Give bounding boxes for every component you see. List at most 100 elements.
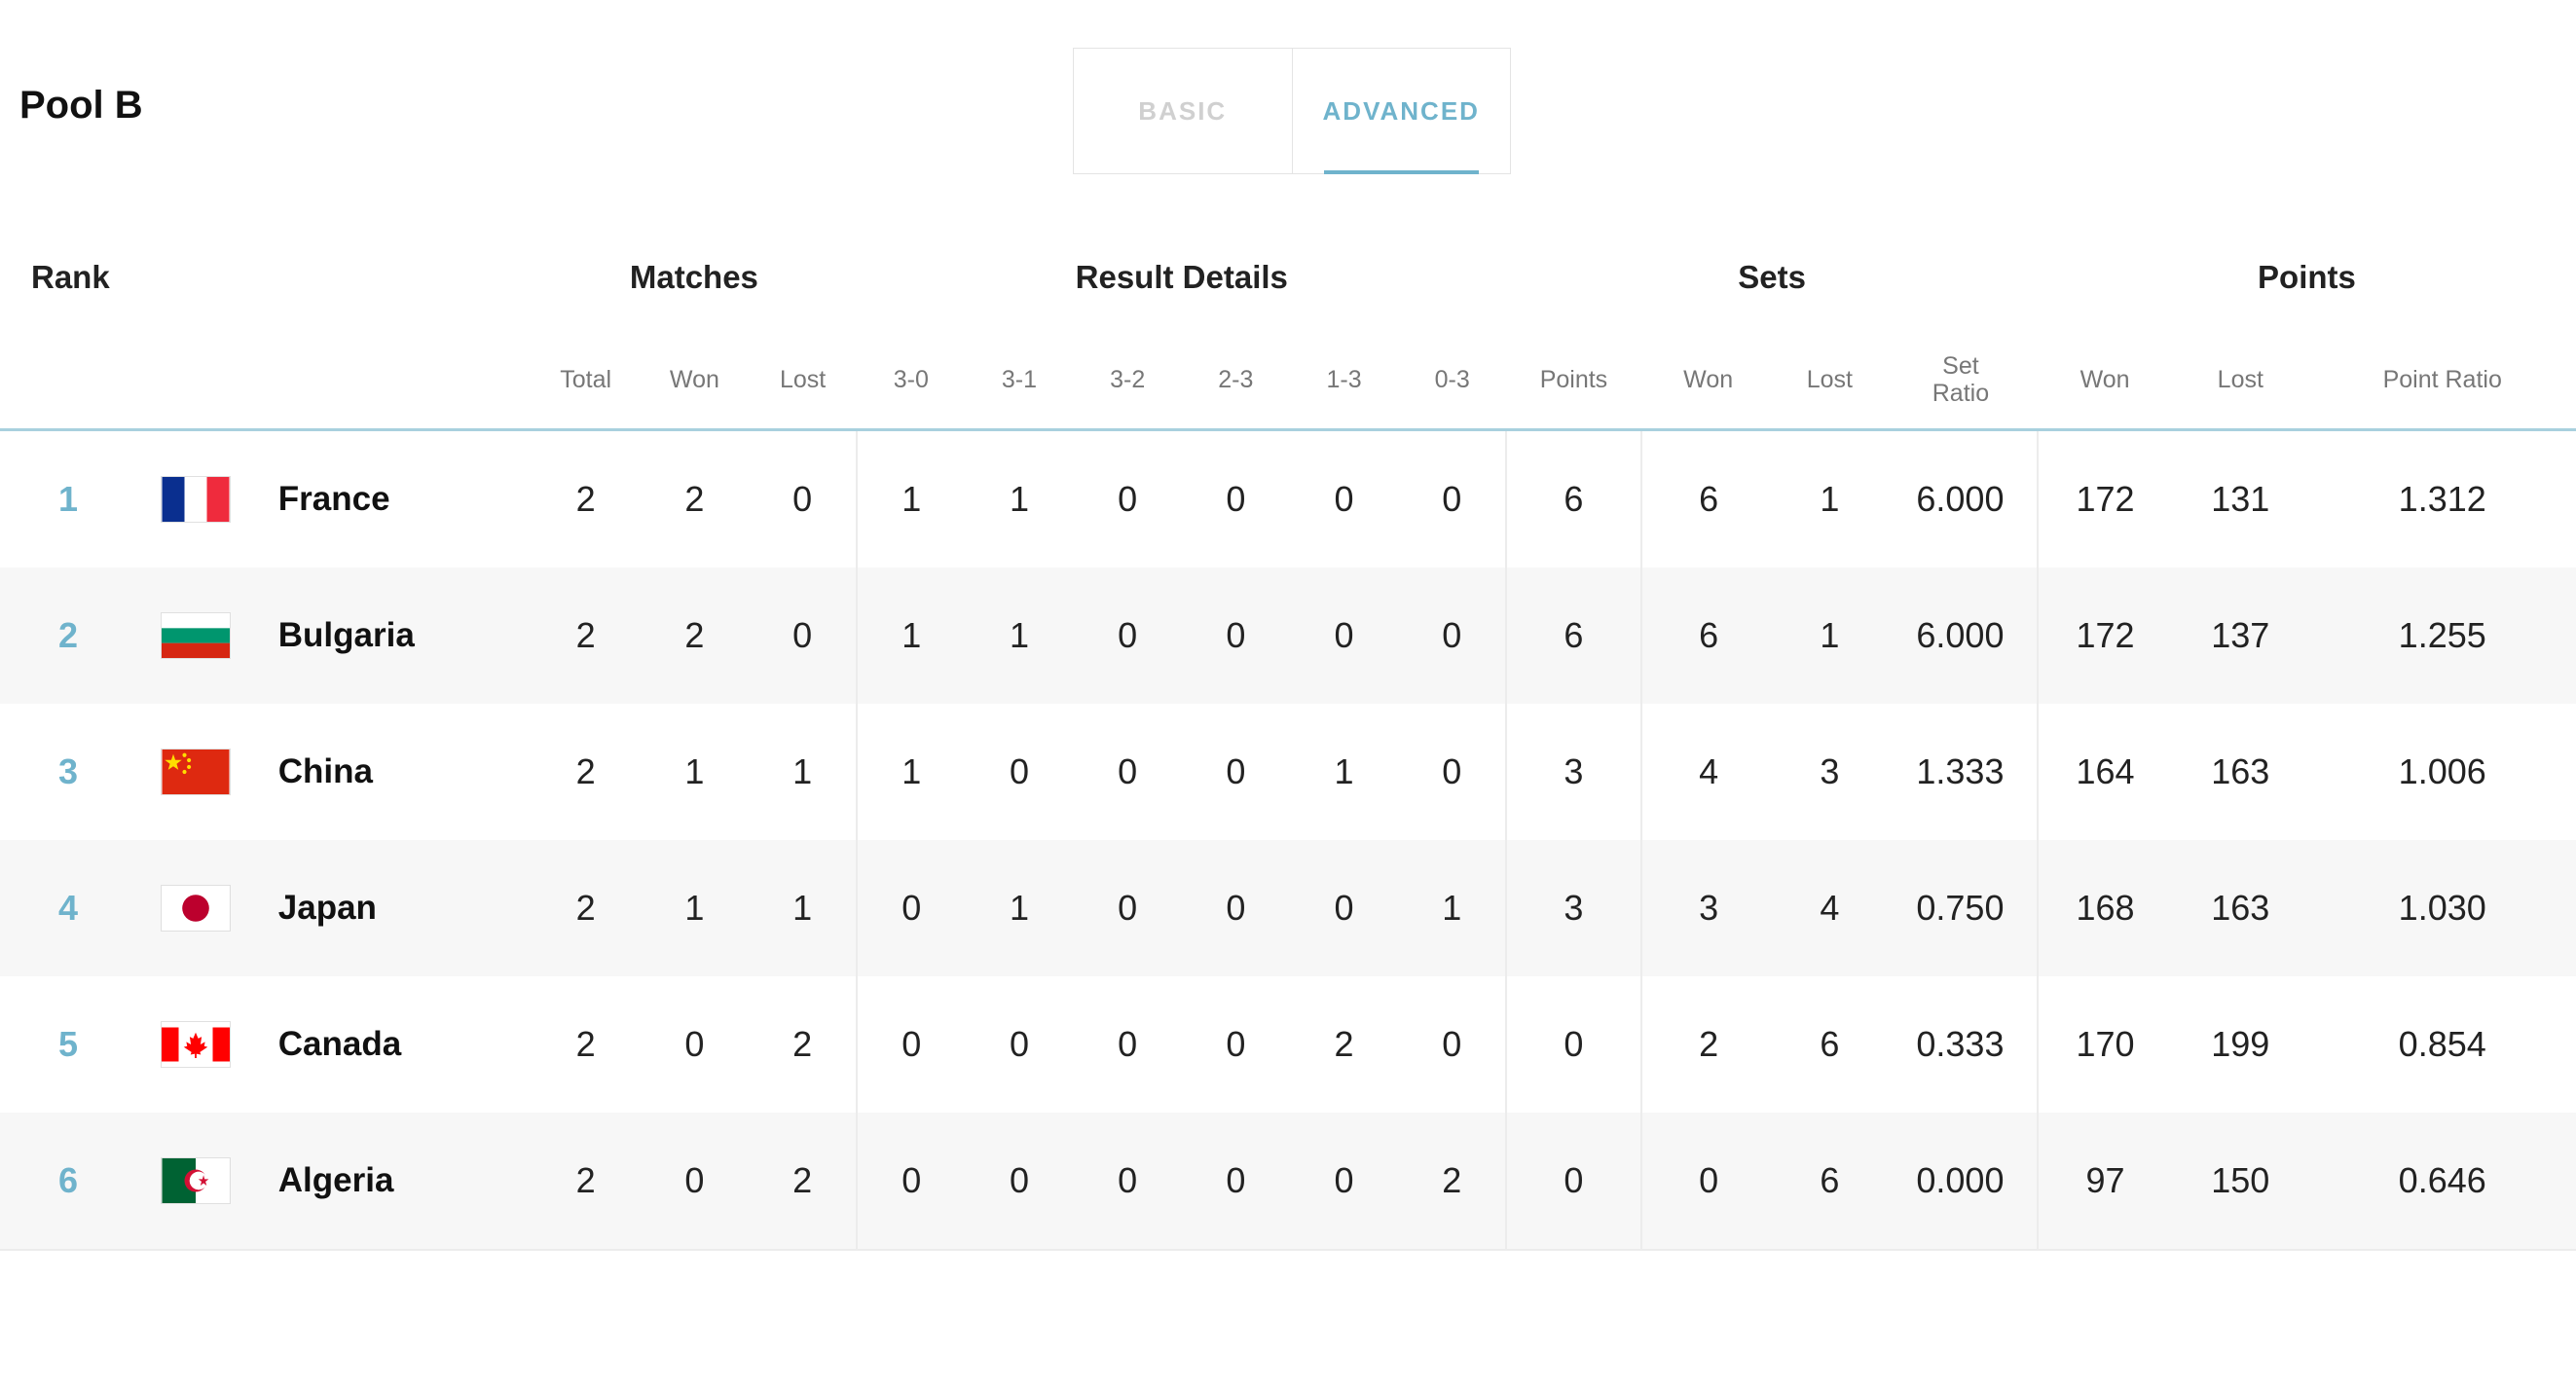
group-matches: Matches [629,259,758,295]
col-set-ratio: Set Ratio [1883,331,2038,431]
col-won: Won [640,331,749,431]
rank-number: 3 [58,751,79,791]
col-3-1: 3-1 [965,331,1074,431]
point-ratio: 1.312 [2398,479,2486,519]
result-3-0: 0 [856,840,966,976]
result-2-3: 0 [1181,840,1290,976]
japan-flag-icon [162,886,230,932]
result-points: 6 [1505,567,1641,704]
point-ratio: 1.255 [2308,567,2576,704]
bulgaria-flag-icon [162,613,231,659]
result-3-1: 1 [965,567,1074,704]
matches-lost: 1 [792,751,813,791]
algeria-flag-icon [162,1158,230,1204]
result-3-0: 1 [856,704,966,840]
flag-cell [162,840,278,976]
set-ratio: 6.000 [1883,567,2038,704]
result-1-3: 1 [1334,751,1354,791]
page-title: Pool B [19,84,143,127]
team-name[interactable]: Algeria [277,1113,532,1251]
result-3-2: 0 [1073,840,1182,976]
team-name[interactable]: Canada [278,976,532,1113]
points-lost: 150 [2172,1113,2309,1251]
result-3-2: 0 [1118,1024,1138,1064]
result-3-2: 0 [1073,1113,1182,1251]
col-point-ratio: Point Ratio [2308,331,2576,431]
sets-lost: 3 [1820,751,1840,791]
group-header-row: Rank Matches Result Details Sets Points [0,224,2576,331]
col-0-3: 0-3 [1398,331,1507,431]
matches-total: 2 [575,479,596,519]
matches-total: 2 [575,1024,596,1064]
sets-lost: 1 [1820,479,1840,519]
table-row[interactable]: 4 Japan 2 1 1 0 1 0 0 0 1 3 3 4 0.750 16… [0,840,2576,976]
table-row[interactable]: 2 Bulgaria 2 2 0 1 1 0 0 0 0 6 6 1 6.000… [0,567,2576,704]
col-points-lost: Lost [2172,331,2309,431]
rank-number: 5 [58,1024,79,1064]
point-ratio: 0.646 [2308,1113,2576,1251]
result-points: 0 [1505,976,1641,1113]
result-2-3: 0 [1181,567,1290,704]
table-row[interactable]: 3 China 2 1 1 1 0 0 0 1 0 3 4 3 1.333 16… [0,704,2576,840]
result-3-2: 0 [1073,567,1182,704]
points-won: 170 [2036,976,2173,1113]
matches-won: 2 [640,567,749,704]
matches-won: 1 [684,751,705,791]
matches-lost: 0 [749,567,858,704]
matches-lost: 2 [749,1113,858,1251]
sets-won: 4 [1639,704,1776,840]
result-2-3: 0 [1226,1024,1246,1064]
team-name[interactable]: China [278,704,532,840]
result-3-2: 0 [1118,751,1138,791]
result-2-3: 0 [1181,1113,1290,1251]
points-won: 172 [2036,567,2173,704]
matches-lost: 2 [792,1024,813,1064]
set-ratio: 1.333 [1916,751,2005,791]
result-points: 3 [1505,704,1641,840]
team-name[interactable]: Bulgaria [277,567,532,704]
matches-total: 2 [531,840,641,976]
result-3-1: 0 [965,1113,1074,1251]
sets-lost: 4 [1775,840,1884,976]
col-3-2: 3-2 [1073,331,1182,431]
result-0-3: 0 [1442,1024,1462,1064]
result-points: 3 [1505,840,1641,976]
flag-cell [162,567,278,704]
set-ratio: 0.333 [1916,1024,2005,1064]
table-row[interactable]: 1 France 2 2 0 1 1 0 0 0 0 6 6 1 6.000 1… [0,429,2576,568]
result-3-2: 0 [1118,479,1138,519]
result-3-1: 1 [1009,479,1029,519]
result-points: 0 [1505,1113,1641,1251]
points-lost: 131 [2211,479,2270,519]
matches-won: 0 [684,1024,705,1064]
team-name[interactable]: France [278,430,532,568]
rank-number: 4 [0,840,163,976]
sets-lost: 6 [1820,1024,1840,1064]
matches-total: 2 [531,1113,641,1251]
result-3-0: 0 [856,1113,966,1251]
points-lost: 137 [2172,567,2309,704]
col-lost: Lost [749,331,858,431]
col-total: Total [531,331,641,431]
table-row[interactable]: 5 Canada 2 0 2 0 0 0 0 2 0 0 2 6 0.333 1… [0,976,2576,1113]
point-ratio: 1.030 [2308,840,2576,976]
matches-won: 2 [684,479,705,519]
tab-advanced[interactable]: ADVANCED [1293,49,1511,174]
col-sets-won: Won [1640,331,1776,431]
col-3-0: 3-0 [857,331,966,431]
flag-cell [162,430,278,568]
rank-team-header-spacer [0,331,532,431]
table-row[interactable]: 6 Algeria 2 0 2 0 0 0 0 0 2 0 0 6 0.000 … [0,1113,2576,1251]
result-3-0: 0 [856,976,966,1113]
standings-table: Rank Matches Result Details Sets Points … [0,224,2576,1251]
group-rank: Rank [31,259,110,295]
flag-cell [162,1113,278,1251]
points-won: 164 [2036,704,2173,840]
matches-lost: 0 [792,479,813,519]
point-ratio: 0.854 [2398,1024,2486,1064]
team-name[interactable]: Japan [277,840,532,976]
sets-won: 6 [1639,567,1776,704]
result-1-3: 2 [1334,1024,1354,1064]
tab-basic[interactable]: BASIC [1074,49,1293,173]
col-2-3: 2-3 [1181,331,1290,431]
